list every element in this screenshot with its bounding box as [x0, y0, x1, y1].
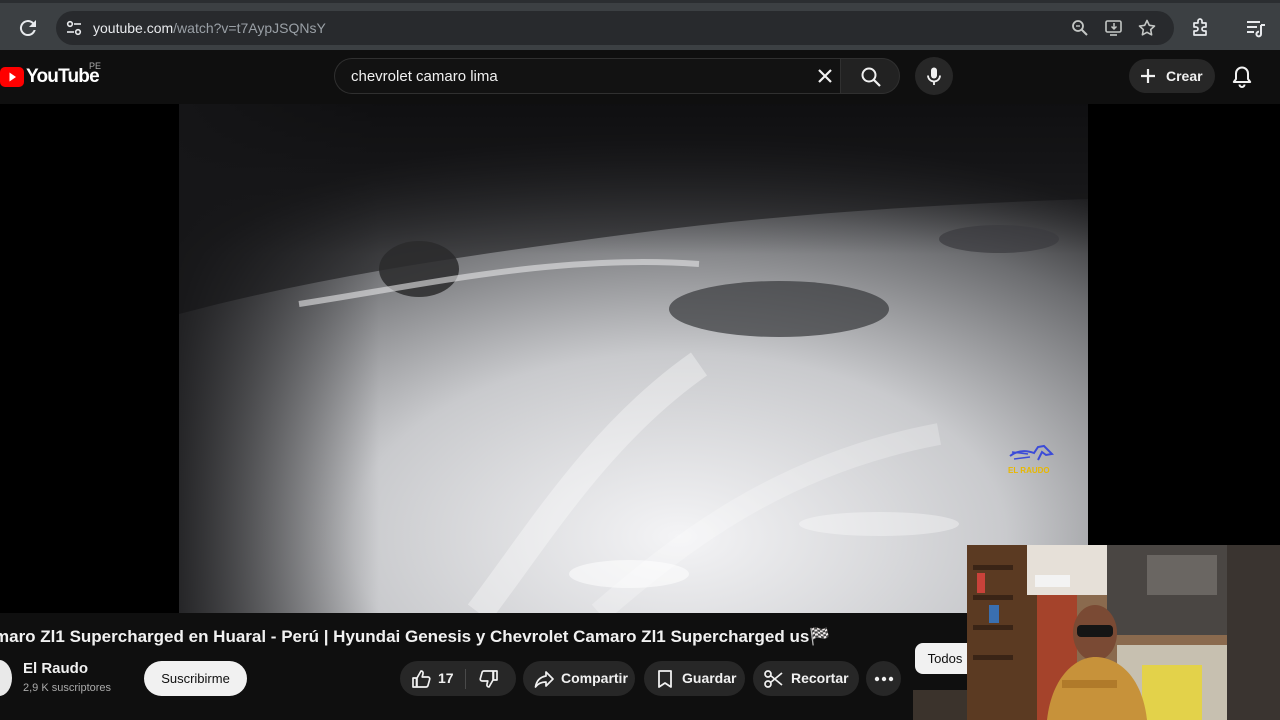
site-settings-icon[interactable] — [64, 18, 84, 38]
create-button[interactable]: Crear — [1129, 59, 1215, 93]
country-code: PE — [89, 61, 102, 71]
search-box[interactable]: chevrolet camaro lima — [334, 58, 840, 94]
notifications-bell-icon[interactable] — [1229, 64, 1255, 90]
microphone-icon — [927, 67, 941, 85]
more-actions-button[interactable] — [866, 661, 901, 696]
youtube-masthead: YouTube PE chevrolet camaro lima Crear — [0, 50, 1280, 104]
video-title: maro Zl1 Supercharged en Huaral - Perú |… — [0, 627, 831, 646]
logo-wordmark: YouTube — [26, 66, 100, 87]
like-dislike-group: 17 — [400, 661, 516, 696]
youtube-play-logo-icon — [0, 67, 24, 87]
share-icon — [534, 671, 554, 688]
webcam-overlay — [967, 545, 1280, 720]
webcam-image — [967, 545, 1280, 720]
clip-label: Recortar — [791, 670, 849, 686]
bookmark-star-icon[interactable] — [1137, 18, 1157, 38]
save-label: Guardar — [682, 670, 737, 686]
browser-toolbar: youtube.com/watch?v=t7AypJSQNsY — [0, 0, 1280, 50]
url-path: /watch?v=t7AypJSQNsY — [173, 20, 326, 36]
dislike-icon[interactable] — [478, 668, 500, 690]
url-text: youtube.com/watch?v=t7AypJSQNsY — [93, 20, 326, 36]
share-label: Compartir — [561, 670, 628, 686]
voice-search-button[interactable] — [915, 57, 953, 95]
channel-watermark: EL RAUDO — [1004, 444, 1058, 478]
video-player[interactable]: EL RAUDO — [0, 104, 1280, 613]
watermark-text: EL RAUDO — [1008, 466, 1050, 475]
extensions-icon[interactable] — [1190, 16, 1212, 38]
clear-search-icon[interactable] — [814, 65, 836, 87]
subscribe-button[interactable]: Suscribirme — [144, 661, 247, 696]
like-icon[interactable] — [410, 668, 432, 690]
subscriber-count: 2,9 K suscriptores — [23, 682, 112, 694]
more-horizontal-icon — [874, 676, 894, 682]
video-frame[interactable] — [179, 104, 1088, 613]
address-bar[interactable]: youtube.com/watch?v=t7AypJSQNsY — [56, 11, 1174, 45]
create-label: Crear — [1166, 68, 1203, 84]
search-button[interactable] — [840, 58, 900, 94]
like-divider — [465, 669, 466, 689]
filter-chip-all[interactable]: Todos — [915, 643, 975, 674]
save-button[interactable]: Guardar — [644, 661, 745, 696]
channel-avatar[interactable] — [0, 660, 12, 696]
install-app-icon[interactable] — [1104, 18, 1124, 38]
scissors-icon — [764, 670, 783, 688]
clip-button[interactable]: Recortar — [753, 661, 859, 696]
channel-name[interactable]: El Raudo — [23, 660, 88, 677]
reload-icon[interactable] — [16, 16, 40, 40]
recommended-thumbnail[interactable] — [913, 690, 973, 720]
bookmark-icon — [658, 670, 672, 688]
search-icon — [861, 67, 881, 87]
horse-logo-icon — [1009, 444, 1054, 461]
zoom-icon[interactable] — [1070, 18, 1090, 38]
share-button[interactable]: Compartir — [523, 661, 635, 696]
like-count: 17 — [438, 670, 454, 686]
url-host: youtube.com — [93, 20, 174, 36]
search-input[interactable]: chevrolet camaro lima — [351, 68, 498, 85]
reading-list-icon[interactable] — [1245, 17, 1267, 39]
video-still-image — [179, 104, 1088, 613]
plus-icon — [1141, 69, 1155, 83]
